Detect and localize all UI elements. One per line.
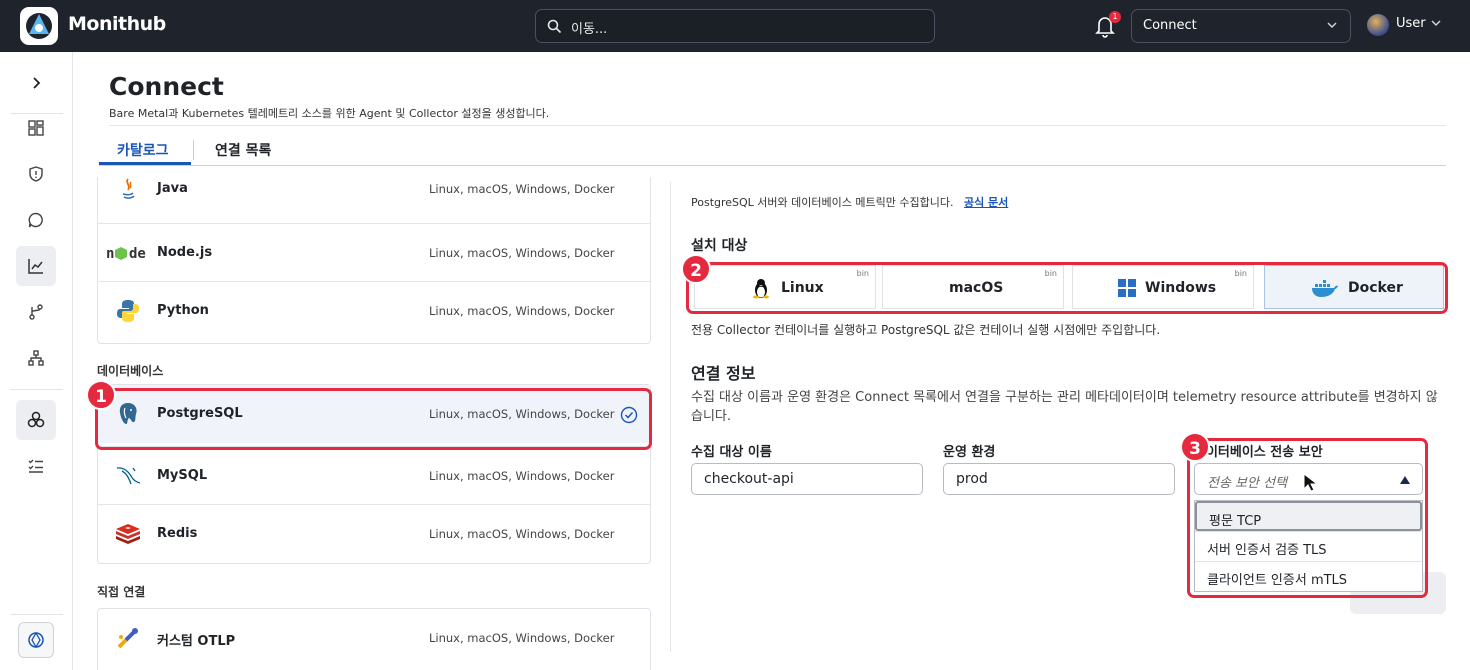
tab-connection-list[interactable]: 연결 목록 bbox=[215, 140, 271, 160]
sidebar-item-security[interactable] bbox=[16, 154, 56, 194]
sidebar-item-help[interactable] bbox=[18, 622, 54, 658]
official-docs-link[interactable]: 공식 문서 bbox=[964, 196, 1008, 209]
main-content: Connect Bare Metal과 Kubernetes 텔레메트리 소스를… bbox=[73, 52, 1470, 670]
sitemap-icon bbox=[28, 350, 44, 366]
java-icon bbox=[122, 178, 135, 199]
install-target-title: 설치 대상 bbox=[691, 238, 748, 254]
sidebar bbox=[0, 52, 73, 670]
context-select[interactable]: Connect bbox=[1131, 9, 1351, 43]
list-item-custom-otlp[interactable]: 커스텀 OTLP Linux, macOS, Windows, Docker bbox=[98, 609, 650, 667]
item-platforms: Linux, macOS, Windows, Docker bbox=[429, 469, 615, 483]
sidebar-item-metrics[interactable] bbox=[16, 246, 56, 286]
sidebar-item-topology[interactable] bbox=[16, 338, 56, 378]
sidebar-item-branches[interactable] bbox=[16, 292, 56, 332]
user-menu[interactable]: User bbox=[1396, 16, 1426, 31]
list-item-mysql[interactable]: MySQL Linux, macOS, Windows, Docker bbox=[98, 446, 650, 504]
highlight-security-select bbox=[1187, 438, 1428, 598]
redis-icon bbox=[116, 524, 140, 544]
chevron-down-icon bbox=[1327, 22, 1337, 29]
highlight-postgresql bbox=[95, 388, 652, 450]
page-title: Connect bbox=[109, 72, 224, 101]
page-subtitle: Bare Metal과 Kubernetes 텔레메트리 소스를 위한 Agen… bbox=[109, 107, 550, 120]
item-name: Node.js bbox=[157, 245, 213, 260]
section-label-direct: 직접 연결 bbox=[97, 585, 146, 599]
item-platforms: Linux, macOS, Windows, Docker bbox=[429, 246, 615, 260]
globe-icon bbox=[28, 631, 44, 649]
item-name: Redis bbox=[157, 526, 198, 541]
sidebar-item-messages[interactable] bbox=[16, 200, 56, 240]
mysql-icon bbox=[116, 467, 141, 485]
dashboard-icon bbox=[28, 120, 44, 136]
connection-info-title: 연결 정보 bbox=[691, 364, 756, 383]
item-platforms: Linux, macOS, Windows, Docker bbox=[429, 631, 615, 645]
brand-name: Monithub bbox=[68, 13, 166, 35]
item-platforms: Linux, macOS, Windows, Docker bbox=[429, 527, 615, 541]
notification-badge: 1 bbox=[1109, 11, 1121, 23]
list-item-redis[interactable]: Redis Linux, macOS, Windows, Docker bbox=[98, 504, 650, 562]
sidebar-item-connect[interactable] bbox=[16, 400, 56, 440]
item-name: Python bbox=[157, 303, 209, 318]
top-bar: Monithub 이동... 1 Connect User bbox=[0, 0, 1470, 52]
app-card: Java Linux, macOS, Windows, Docker n de N… bbox=[97, 177, 651, 344]
monithub-logo[interactable] bbox=[20, 7, 58, 45]
list-item-python[interactable]: Python Linux, macOS, Windows, Docker bbox=[98, 281, 650, 339]
direct-card: 커스텀 OTLP Linux, macOS, Windows, Docker bbox=[97, 608, 651, 670]
expand-sidebar-button[interactable] bbox=[16, 63, 56, 103]
description-text: PostgreSQL 서버와 데이터베이스 메트릭만 수집합니다. bbox=[691, 196, 954, 209]
list-item-java[interactable]: Java Linux, macOS, Windows, Docker bbox=[98, 177, 650, 218]
detail-description: PostgreSQL 서버와 데이터베이스 메트릭만 수집합니다. 공식 문서 bbox=[691, 194, 1008, 210]
git-branch-icon bbox=[29, 304, 43, 320]
connect-icon bbox=[27, 411, 45, 428]
chat-icon bbox=[28, 212, 43, 228]
context-select-value: Connect bbox=[1143, 18, 1197, 33]
python-icon bbox=[117, 300, 139, 322]
item-platforms: Linux, macOS, Windows, Docker bbox=[429, 304, 615, 318]
item-platforms: Linux, macOS, Windows, Docker bbox=[429, 182, 615, 196]
otlp-icon bbox=[117, 628, 138, 649]
connection-info-text: 수집 대상 이름과 운영 환경은 Connect 목록에서 연결을 구분하는 관… bbox=[691, 390, 1438, 424]
checklist-icon bbox=[28, 459, 43, 473]
search-input[interactable]: 이동... bbox=[535, 9, 935, 43]
target-note: 전용 Collector 컨테이너를 실행하고 PostgreSQL 값은 컨테… bbox=[691, 323, 1161, 337]
target-name-label: 수집 대상 이름 bbox=[691, 445, 772, 460]
chevron-down-icon[interactable] bbox=[1430, 17, 1442, 29]
sidebar-item-dashboard[interactable] bbox=[16, 108, 56, 148]
annotation-marker-2: 2 bbox=[681, 254, 711, 284]
environment-label: 운영 환경 bbox=[943, 445, 996, 460]
item-name: Java bbox=[157, 181, 188, 196]
chevron-right-icon bbox=[33, 77, 41, 89]
svg-text:de: de bbox=[129, 246, 146, 262]
environment-input[interactable]: prod bbox=[943, 463, 1175, 495]
sidebar-item-checklist[interactable] bbox=[16, 446, 56, 486]
item-name: 커스텀 OTLP bbox=[157, 634, 236, 649]
annotation-marker-1: 1 bbox=[86, 380, 116, 410]
section-label-databases: 데이터베이스 bbox=[97, 364, 164, 378]
item-name: MySQL bbox=[157, 468, 208, 483]
nodejs-icon: n de bbox=[106, 246, 146, 262]
list-item-nodejs[interactable]: n de Node.js Linux, macOS, Windows, Docke… bbox=[98, 223, 650, 281]
avatar[interactable] bbox=[1367, 14, 1389, 36]
svg-text:n: n bbox=[106, 246, 114, 262]
shield-icon bbox=[29, 166, 43, 182]
chart-icon bbox=[28, 259, 43, 274]
annotation-marker-3: 3 bbox=[1180, 432, 1210, 462]
target-name-input[interactable]: checkout-api bbox=[691, 463, 923, 495]
search-placeholder: 이동... bbox=[571, 22, 608, 37]
search-icon bbox=[547, 19, 562, 34]
highlight-install-target bbox=[686, 262, 1448, 314]
tab-catalog[interactable]: 카탈로그 bbox=[117, 140, 169, 160]
